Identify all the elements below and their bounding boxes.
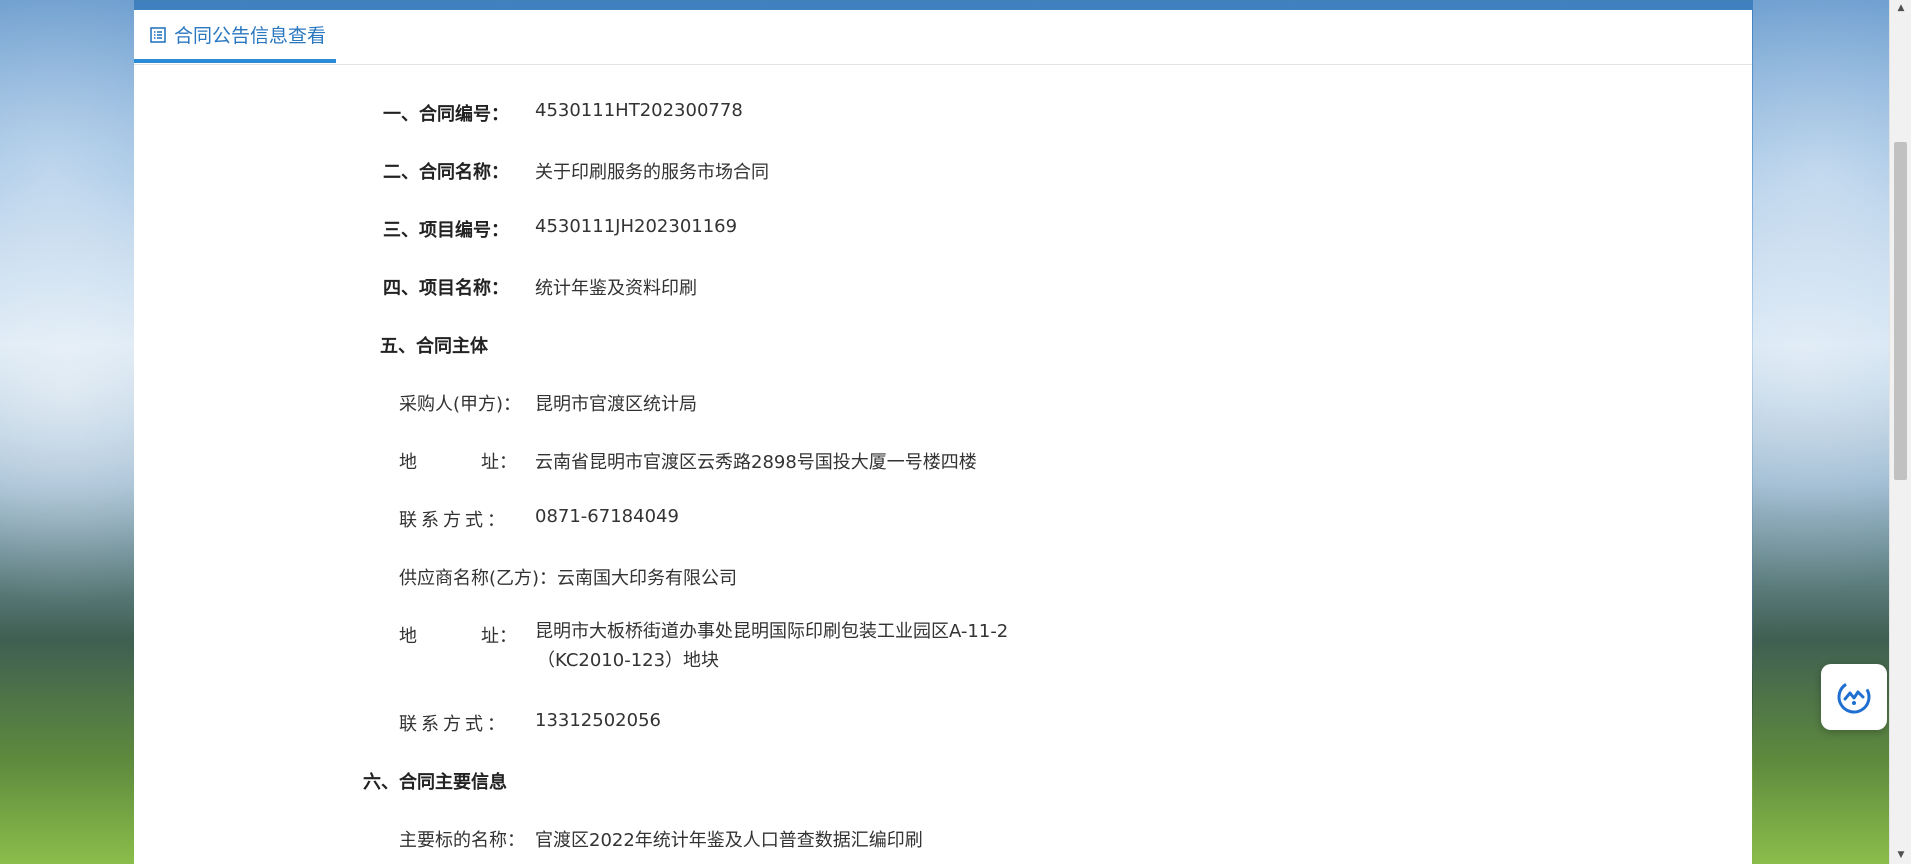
address-label-left: 地 <box>399 626 417 647</box>
address-label-right: 址： <box>481 626 517 647</box>
supplier-address-label: 地 址： <box>399 622 517 648</box>
supplier-address-value: 昆明市大板桥街道办事处昆明国际印刷包装工业园区A-11-2 （KC2010-12… <box>535 617 1008 675</box>
ai-assistant-button[interactable] <box>1821 664 1887 730</box>
scroll-thumb[interactable] <box>1894 142 1907 480</box>
project-name-value: 统计年鉴及资料印刷 <box>535 278 697 299</box>
panel-header: 合同公告信息查看 <box>134 10 1752 65</box>
project-name-row: 四、项目名称： 统计年鉴及资料印刷 <box>383 274 697 300</box>
contract-number-value: 4530111HT202300778 <box>535 100 743 121</box>
contract-name-value: 关于印刷服务的服务市场合同 <box>535 162 769 183</box>
main-subject-label: 主要标的名称： <box>399 830 525 851</box>
list-icon <box>150 26 166 43</box>
buyer-address-label: 地 址： <box>399 448 517 474</box>
buyer-value: 昆明市官渡区统计局 <box>535 394 697 415</box>
scroll-up-icon[interactable]: ▲ <box>1890 0 1911 17</box>
main-subject-value: 官渡区2022年统计年鉴及人口普查数据汇编印刷 <box>535 830 923 851</box>
scroll-down-icon[interactable]: ▼ <box>1890 847 1911 864</box>
main-subject-row: 主要标的名称： 官渡区2022年统计年鉴及人口普查数据汇编印刷 <box>399 826 923 852</box>
project-number-value: 4530111JH202301169 <box>535 216 738 237</box>
buyer-address-row: 地 址： 云南省昆明市官渡区云秀路2898号国投大厦一号楼四楼 <box>399 448 977 474</box>
background-left <box>0 0 134 864</box>
buyer-contact-label: 联系方式： <box>399 510 509 531</box>
buyer-label: 采购人(甲方)： <box>399 394 522 415</box>
supplier-value: 云南国大印务有限公司 <box>557 568 738 589</box>
supplier-phone-value: 13312502056 <box>535 710 661 731</box>
contract-number-label: 一、合同编号： <box>383 104 509 125</box>
buyer-phone-value: 0871-67184049 <box>535 506 679 527</box>
contract-info-panel: 合同公告信息查看 一、合同编号： 4530111HT202300778 二、合同… <box>134 10 1752 864</box>
ai-assistant-icon <box>1837 680 1871 714</box>
supplier-address-row: 地 址： 昆明市大板桥街道办事处昆明国际印刷包装工业园区A-11-2 （KC20… <box>399 621 1008 675</box>
supplier-address-line2: （KC2010-123）地块 <box>537 650 720 671</box>
project-number-row: 三、项目编号： 4530111JH202301169 <box>383 216 737 242</box>
address-label-left: 地 <box>399 452 417 473</box>
contract-name-label: 二、合同名称： <box>383 162 509 183</box>
supplier-contact-row: 联系方式： 13312502056 <box>399 710 661 736</box>
contract-number-row: 一、合同编号： 4530111HT202300778 <box>383 100 743 126</box>
section-main-info-title: 六、合同主要信息 <box>363 772 507 793</box>
tab-title: 合同公告信息查看 <box>174 25 327 47</box>
address-label-right: 址： <box>481 452 517 473</box>
supplier-row: 供应商名称(乙方)： 云南国大印务有限公司 <box>399 564 737 590</box>
buyer-contact-row: 联系方式： 0871-67184049 <box>399 506 679 532</box>
buyer-address-value: 云南省昆明市官渡区云秀路2898号国投大厦一号楼四楼 <box>535 452 977 473</box>
section-contract-parties-title: 五、合同主体 <box>380 336 488 357</box>
supplier-contact-label: 联系方式： <box>399 714 509 735</box>
contract-name-row: 二、合同名称： 关于印刷服务的服务市场合同 <box>383 158 769 184</box>
project-name-label: 四、项目名称： <box>383 278 509 299</box>
tab-contract-info[interactable]: 合同公告信息查看 <box>134 10 336 63</box>
supplier-label: 供应商名称(乙方)： <box>399 568 558 589</box>
background-right <box>1753 0 1889 864</box>
vertical-scrollbar[interactable]: ▲ ▼ <box>1889 0 1911 864</box>
project-number-label: 三、项目编号： <box>383 220 509 241</box>
supplier-address-line1: 昆明市大板桥街道办事处昆明国际印刷包装工业园区A-11-2 <box>535 621 1009 642</box>
section-contract-parties: 五、合同主体 <box>380 332 488 358</box>
section-main-info: 六、合同主要信息 <box>363 768 507 794</box>
buyer-row: 采购人(甲方)： 昆明市官渡区统计局 <box>399 390 697 416</box>
